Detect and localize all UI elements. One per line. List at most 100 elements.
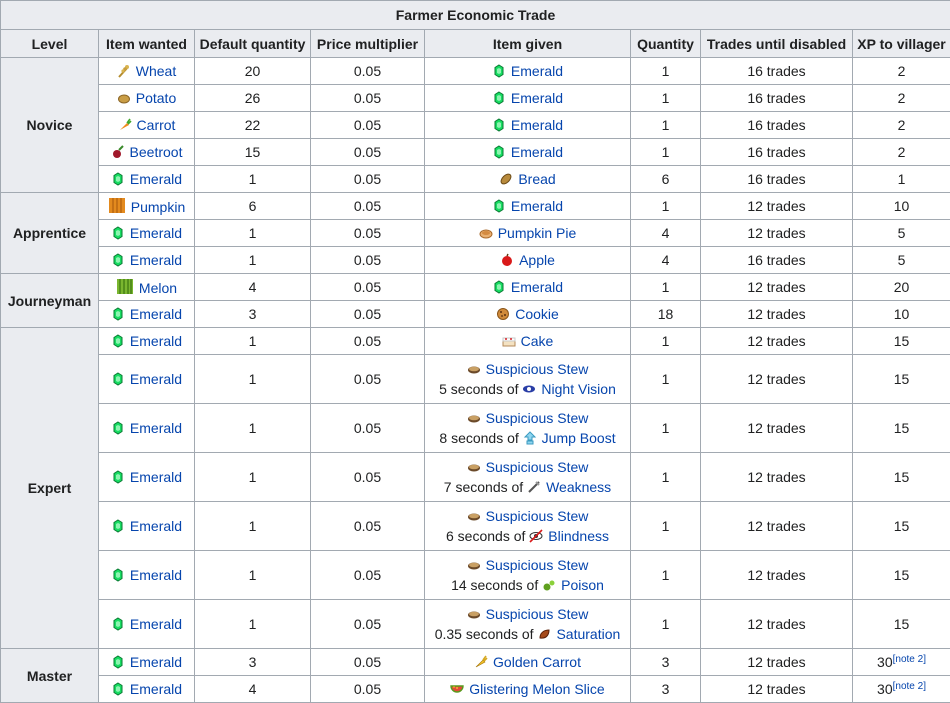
header-row: Level Item wanted Default quantity Price… <box>0 29 950 58</box>
emerald-link[interactable]: Emerald <box>511 63 563 79</box>
item-wanted-cell: Emerald <box>98 219 195 247</box>
suspicious-stew-link[interactable]: Suspicious Stew <box>486 606 589 622</box>
suspicious-stew-link[interactable]: Suspicious Stew <box>486 361 589 377</box>
table-row: Journeyman Melon 4 0.05 Emerald 1 12 tra… <box>0 273 950 328</box>
emerald-link[interactable]: Emerald <box>130 252 182 268</box>
emerald-link[interactable]: Emerald <box>130 518 182 534</box>
emerald-link[interactable]: Emerald <box>130 171 182 187</box>
suspicious-stew-link[interactable]: Suspicious Stew <box>486 557 589 573</box>
suspicious-stew-link[interactable]: Suspicious Stew <box>486 508 589 524</box>
saturation-icon <box>537 627 551 641</box>
suspicious-stew-link[interactable]: Suspicious Stew <box>486 459 589 475</box>
night-vision-link[interactable]: Night Vision <box>541 381 615 397</box>
cake-link[interactable]: Cake <box>521 333 554 349</box>
header-trades-until-disabled: Trades until disabled <box>700 29 853 58</box>
emerald-link[interactable]: Emerald <box>511 198 563 214</box>
table-row: Potato 26 0.05 Emerald 1 16 trades 2 <box>1 84 950 112</box>
xp-cell: 15 <box>851 354 950 404</box>
xp-cell: 5 <box>851 246 950 274</box>
effect-duration: 8 seconds of <box>439 430 519 446</box>
item-wanted-cell: Emerald <box>98 165 195 193</box>
item-given-cell: Suspicious Stew 7 seconds of Weakness <box>424 452 631 502</box>
cookie-link[interactable]: Cookie <box>515 306 559 322</box>
emerald-link[interactable]: Emerald <box>511 90 563 106</box>
price-multiplier-cell: 0.05 <box>310 501 425 551</box>
trades-cell: 16 trades <box>700 57 853 85</box>
xp-cell: 2 <box>851 84 950 112</box>
emerald-link[interactable]: Emerald <box>511 279 563 295</box>
price-multiplier-cell: 0.05 <box>310 403 425 453</box>
melon-link[interactable]: Melon <box>139 280 177 296</box>
table-title: Farmer Economic Trade <box>0 0 950 30</box>
pumpkin-pie-link[interactable]: Pumpkin Pie <box>498 225 577 241</box>
effect-duration: 6 seconds of <box>446 528 526 544</box>
header-xp-to-villager: XP to villager <box>851 29 950 58</box>
emerald-link[interactable]: Emerald <box>130 333 182 349</box>
xp-cell: 1 <box>851 165 950 193</box>
trades-cell: 16 trades <box>700 165 853 193</box>
weakness-link[interactable]: Weakness <box>546 479 611 495</box>
wheat-link[interactable]: Wheat <box>136 63 176 79</box>
apple-link[interactable]: Apple <box>519 252 555 268</box>
xp-cell: 15 <box>851 501 950 551</box>
suspicious-stew-icon <box>467 607 481 621</box>
trades-cell: 12 trades <box>700 675 853 703</box>
emerald-icon <box>111 617 125 631</box>
suspicious-stew-icon <box>467 411 481 425</box>
jump-boost-link[interactable]: Jump Boost <box>542 430 616 446</box>
trades-cell: 16 trades <box>700 111 853 139</box>
header-item-given: Item given <box>424 29 631 58</box>
beetroot-link[interactable]: Beetroot <box>130 144 183 160</box>
emerald-link[interactable]: Emerald <box>130 469 182 485</box>
price-multiplier-cell: 0.05 <box>310 246 425 274</box>
blindness-link[interactable]: Blindness <box>548 528 609 544</box>
saturation-link[interactable]: Saturation <box>556 626 620 642</box>
emerald-icon <box>492 64 506 78</box>
suspicious-stew-link[interactable]: Suspicious Stew <box>486 410 589 426</box>
item-wanted-cell: Emerald <box>98 327 195 355</box>
quantity-cell: 3 <box>630 675 701 703</box>
emerald-link[interactable]: Emerald <box>130 616 182 632</box>
carrot-link[interactable]: Carrot <box>137 117 176 133</box>
header-price-multiplier: Price multiplier <box>310 29 425 58</box>
farmer-trade-table: Farmer Economic Trade Level Item wanted … <box>0 0 950 703</box>
default-quantity-cell: 1 <box>194 452 311 502</box>
quantity-cell: 1 <box>630 111 701 139</box>
apple-icon <box>500 253 514 267</box>
default-quantity-cell: 20 <box>194 57 311 85</box>
item-wanted-cell: Carrot <box>98 111 195 139</box>
note-link[interactable]: [note 2] <box>893 681 926 692</box>
emerald-link[interactable]: Emerald <box>511 144 563 160</box>
table-row: Novice Wheat 20 0.05 Emerald 1 16 trades… <box>0 57 950 193</box>
blindness-icon <box>529 529 543 543</box>
trades-cell: 12 trades <box>700 354 853 404</box>
xp-cell: 15 <box>851 327 950 355</box>
emerald-link[interactable]: Emerald <box>130 225 182 241</box>
xp-cell: 10 <box>851 192 950 220</box>
bread-link[interactable]: Bread <box>518 171 555 187</box>
emerald-link[interactable]: Emerald <box>130 420 182 436</box>
emerald-link[interactable]: Emerald <box>130 306 182 322</box>
emerald-icon <box>111 519 125 533</box>
potato-link[interactable]: Potato <box>136 90 176 106</box>
item-given-cell: Emerald <box>424 57 631 85</box>
emerald-link[interactable]: Emerald <box>511 117 563 133</box>
default-quantity-cell: 1 <box>194 327 311 355</box>
emerald-link[interactable]: Emerald <box>130 654 182 670</box>
item-wanted-cell: Emerald <box>98 648 195 676</box>
quantity-cell: 1 <box>630 550 701 600</box>
price-multiplier-cell: 0.05 <box>310 648 425 676</box>
emerald-link[interactable]: Emerald <box>130 567 182 583</box>
emerald-link[interactable]: Emerald <box>130 371 182 387</box>
glistering-melon-slice-link[interactable]: Glistering Melon Slice <box>469 681 604 697</box>
pumpkin-link[interactable]: Pumpkin <box>131 199 185 215</box>
poison-link[interactable]: Poison <box>561 577 604 593</box>
note-link[interactable]: [note 2] <box>893 654 926 665</box>
suspicious-stew-icon <box>467 558 481 572</box>
quantity-cell: 1 <box>630 192 701 220</box>
xp-cell: 30[note 2] <box>851 648 950 676</box>
emerald-link[interactable]: Emerald <box>130 681 182 697</box>
golden-carrot-link[interactable]: Golden Carrot <box>493 654 581 670</box>
default-quantity-cell: 3 <box>194 300 311 328</box>
quantity-cell: 1 <box>630 273 701 301</box>
